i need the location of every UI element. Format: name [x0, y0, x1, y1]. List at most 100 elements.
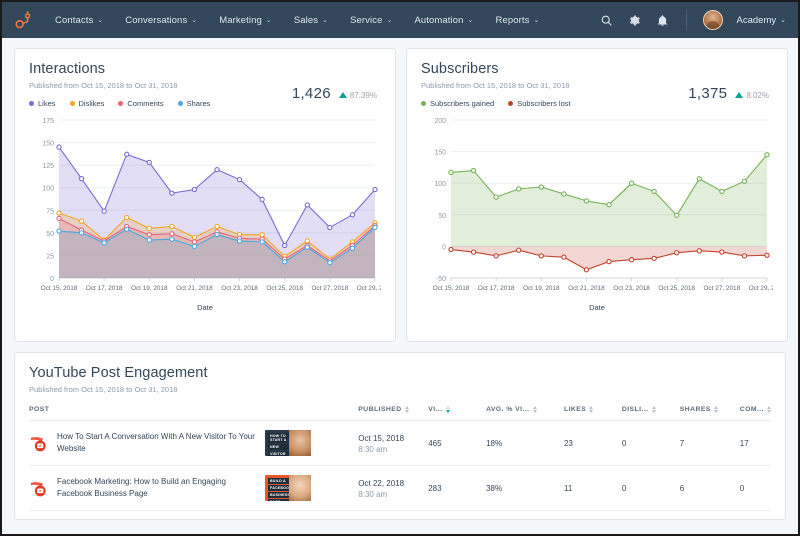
legend-label: Shares: [186, 99, 211, 108]
bell-icon[interactable]: [656, 13, 670, 27]
nav-item-label: Reports: [495, 14, 530, 26]
nav-item-marketing[interactable]: Marketing ⌄: [208, 9, 283, 32]
cell-post: Facebook Marketing: How to Build an Enga…: [29, 465, 359, 511]
gear-icon[interactable]: [628, 13, 642, 27]
column-header-avg-viewed[interactable]: AVG. % VI...: [486, 406, 564, 421]
chevron-down-icon: ⌄: [265, 16, 272, 24]
column-header-views[interactable]: VI...: [428, 406, 487, 421]
thumb-line: HOW TO START A: [268, 433, 290, 443]
cell-dislikes: 0: [621, 465, 680, 511]
svg-text:175: 175: [42, 118, 54, 125]
column-header-post[interactable]: POST: [29, 406, 359, 421]
engagement-table: POST PUBLISHED VI... AVG. % VI... LIKES …: [29, 406, 771, 511]
table-row[interactable]: How To Start A Conversation With A New V…: [29, 420, 771, 466]
post-thumbnail: BUILD A FACEBOOK BUSINESS PAGE: [265, 475, 311, 501]
metric-value: 1,426: [291, 85, 331, 102]
sort-icon[interactable]: [532, 406, 537, 413]
svg-text:Oct 29, 2018: Oct 29, 2018: [357, 285, 381, 292]
table-header-row: POST PUBLISHED VI... AVG. % VI... LIKES …: [29, 406, 771, 421]
column-label: LIKES: [563, 406, 587, 413]
cell-comments: 17: [739, 420, 771, 466]
post-thumbnail: HOW TO START A NEW VISITOR: [265, 430, 311, 456]
legend-label: Dislikes: [78, 99, 105, 108]
published-date: Oct 15, 2018: [358, 433, 405, 443]
page-title: YouTube Post Engagement: [29, 365, 208, 381]
svg-text:150: 150: [434, 150, 446, 157]
nav-item-contacts[interactable]: Contacts ⌄: [44, 9, 114, 32]
thumb-line: BUILD A: [268, 478, 290, 484]
table-row[interactable]: Facebook Marketing: How to Build an Enga…: [29, 465, 771, 511]
legend-swatch: [508, 101, 514, 106]
svg-text:100: 100: [434, 181, 446, 188]
metric-delta: 8.02%: [735, 91, 769, 100]
svg-text:Oct 27, 2018: Oct 27, 2018: [704, 285, 741, 292]
avatar[interactable]: [702, 10, 723, 30]
sort-icon[interactable]: [767, 406, 771, 413]
column-label: SHARES: [679, 406, 711, 413]
sort-icon[interactable]: [404, 406, 409, 413]
legend-swatch: [177, 101, 183, 106]
account-label: Academy: [736, 14, 777, 26]
legend-item-comments[interactable]: Comments: [118, 99, 164, 108]
cell-avg-viewed: 38%: [486, 465, 564, 511]
legend-item-subscribers-lost[interactable]: Subscribers lost: [508, 99, 571, 108]
metric-delta-label: 8.02%: [746, 90, 769, 100]
column-header-published[interactable]: PUBLISHED: [358, 406, 429, 421]
sort-icon[interactable]: [445, 406, 450, 413]
post-title: Facebook Marketing: How to Build an Enga…: [57, 477, 226, 498]
cell-dislikes: 0: [621, 420, 680, 466]
svg-text:-50: -50: [436, 276, 446, 283]
svg-text:Oct 23, 2018: Oct 23, 2018: [221, 285, 258, 292]
sort-icon[interactable]: [651, 406, 656, 413]
hubspot-sprocket-logo[interactable]: [12, 9, 34, 31]
legend-item-shares[interactable]: Shares: [177, 99, 211, 108]
card-subtitle: Published from Oct 15, 2018 to Oct 31, 2…: [29, 385, 178, 394]
published-date: Oct 22, 2018: [358, 478, 405, 488]
legend-swatch: [69, 101, 75, 106]
nav-utility-group: Academy ⌄: [600, 10, 786, 30]
svg-text:Oct 21, 2018: Oct 21, 2018: [568, 285, 605, 292]
nav-item-label: Automation: [414, 14, 464, 26]
interactions-metric: 1,426 87.39%: [292, 85, 377, 102]
chevron-down-icon: ⌄: [97, 16, 104, 24]
sort-icon[interactable]: [713, 406, 718, 413]
metric-delta: 87.39%: [338, 91, 377, 100]
svg-text:25: 25: [46, 253, 54, 260]
thumb-line: NEW: [268, 444, 290, 450]
nav-item-service[interactable]: Service ⌄: [339, 9, 403, 32]
youtube-icon: [29, 433, 49, 453]
cell-avg-viewed: 18%: [486, 420, 564, 466]
legend-label: Subscribers gained: [430, 99, 495, 108]
chevron-down-icon: ⌄: [191, 16, 198, 24]
post-title: How To Start A Conversation With A New V…: [57, 432, 255, 453]
nav-item-reports[interactable]: Reports ⌄: [484, 9, 550, 32]
legend-swatch: [118, 101, 124, 106]
cell-views: 465: [428, 420, 487, 466]
published-time: 8:30 am: [358, 489, 388, 499]
legend-label: Likes: [38, 99, 56, 108]
legend-label: Subscribers lost: [517, 99, 571, 108]
trend-up-icon: [735, 92, 744, 98]
youtube-post-engagement-card: YouTube Post Engagement Published from O…: [14, 352, 786, 520]
column-header-likes[interactable]: LIKES: [563, 406, 622, 421]
chevron-down-icon: ⌄: [322, 16, 329, 24]
charts-row: Interactions Published from Oct 15, 2018…: [14, 48, 788, 342]
column-header-shares[interactable]: SHARES: [679, 406, 740, 421]
nav-item-conversations[interactable]: Conversations ⌄: [114, 9, 208, 32]
chevron-down-icon: ⌄: [780, 16, 786, 24]
metric-value: 1,375: [688, 85, 728, 102]
sort-icon[interactable]: [589, 406, 594, 413]
nav-item-sales[interactable]: Sales ⌄: [283, 9, 339, 32]
column-header-comments[interactable]: COM...: [739, 406, 771, 421]
column-header-dislikes[interactable]: DISLI...: [621, 406, 680, 421]
search-icon[interactable]: [600, 13, 614, 27]
legend-item-likes[interactable]: Likes: [29, 99, 56, 108]
legend-item-dislikes[interactable]: Dislikes: [69, 99, 105, 108]
account-menu[interactable]: Academy ⌄: [737, 15, 786, 26]
page-title: Subscribers: [421, 61, 499, 77]
legend-item-subscribers-gained[interactable]: Subscribers gained: [421, 99, 494, 108]
svg-text:100: 100: [42, 186, 54, 193]
nav-item-automation[interactable]: Automation ⌄: [403, 9, 484, 32]
legend-swatch: [29, 101, 34, 106]
svg-text:Oct 19, 2018: Oct 19, 2018: [523, 285, 560, 292]
